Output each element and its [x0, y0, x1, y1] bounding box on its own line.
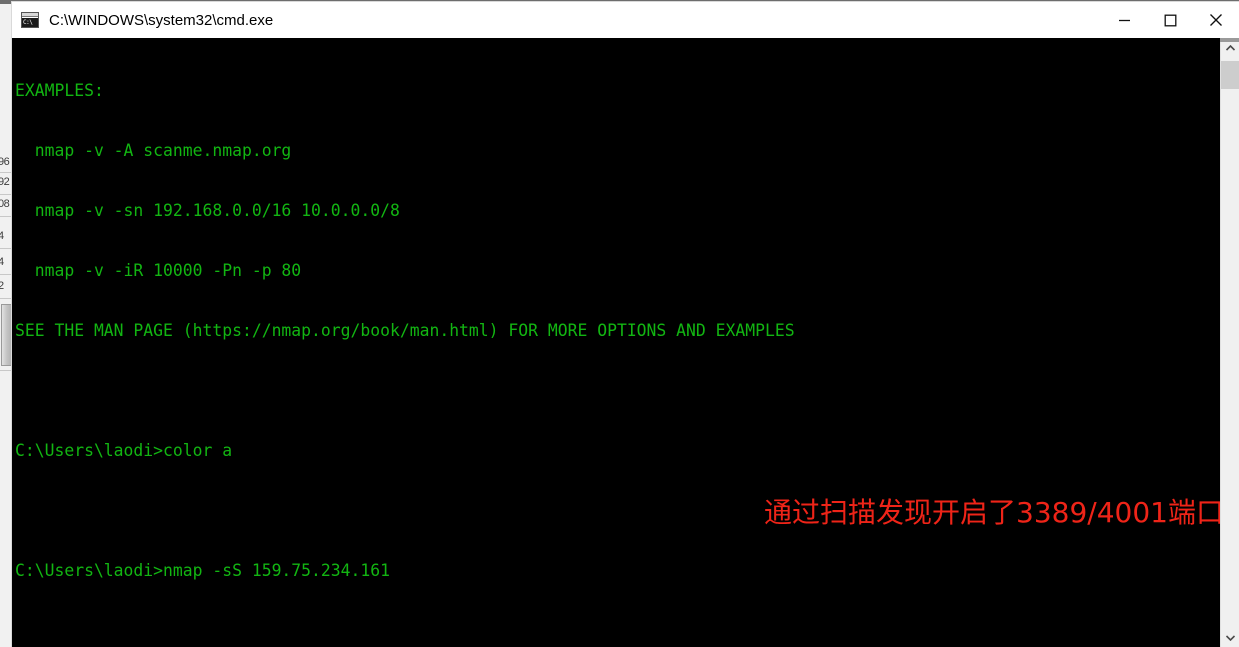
terminal-line: nmap -v -iR 10000 -Pn -p 80: [15, 261, 302, 280]
terminal-line: EXAMPLES:: [15, 81, 104, 100]
scrollbar-track[interactable]: [1221, 57, 1239, 628]
cmd-window: C:\ C:\WINDOWS\system32\cmd.exe EXAMPLES…: [12, 2, 1239, 647]
cmd-icon-prompt: C:\: [22, 18, 38, 27]
window-title: C:\WINDOWS\system32\cmd.exe: [49, 11, 274, 29]
background-fragment-3: 08: [0, 198, 10, 210]
terminal-output: EXAMPLES: nmap -v -A scanme.nmap.org nma…: [12, 38, 1220, 647]
scrollbar-thumb[interactable]: [1221, 61, 1239, 89]
cmd-icon-titlebar: [22, 13, 38, 17]
cmd-exe-icon: C:\: [21, 12, 39, 28]
close-button[interactable]: [1193, 2, 1239, 38]
background-fragment-5: 4: [0, 256, 4, 268]
background-fragment-6: 2: [0, 280, 4, 292]
minimize-button[interactable]: [1101, 2, 1147, 38]
terminal-line-prompt: C:\Users\laodi>nmap -sS 159.75.234.161: [15, 561, 390, 580]
terminal-line: nmap -v -sn 192.168.0.0/16 10.0.0.0/8: [15, 201, 400, 220]
terminal-line: nmap -v -A scanme.nmap.org: [15, 141, 292, 160]
background-fragment-4: 4: [0, 230, 4, 242]
title-bar[interactable]: C:\ C:\WINDOWS\system32\cmd.exe: [12, 2, 1239, 38]
red-annotation-text: 通过扫描发现开启了3389/4001端口: [764, 496, 1224, 529]
window-controls: [1101, 2, 1239, 38]
terminal-scrollbar[interactable]: [1220, 38, 1239, 647]
terminal-line-prompt: C:\Users\laodi>color a: [15, 441, 233, 460]
background-fragment-1: 96: [0, 156, 10, 168]
scrollbar-top-shade: [1220, 38, 1239, 42]
maximize-button[interactable]: [1147, 2, 1193, 38]
background-fragment-2: 92: [0, 176, 10, 188]
terminal-line: SEE THE MAN PAGE (https://nmap.org/book/…: [15, 321, 795, 340]
terminal-console[interactable]: EXAMPLES: nmap -v -A scanme.nmap.org nma…: [12, 38, 1239, 647]
scroll-down-arrow-icon[interactable]: [1221, 628, 1239, 647]
